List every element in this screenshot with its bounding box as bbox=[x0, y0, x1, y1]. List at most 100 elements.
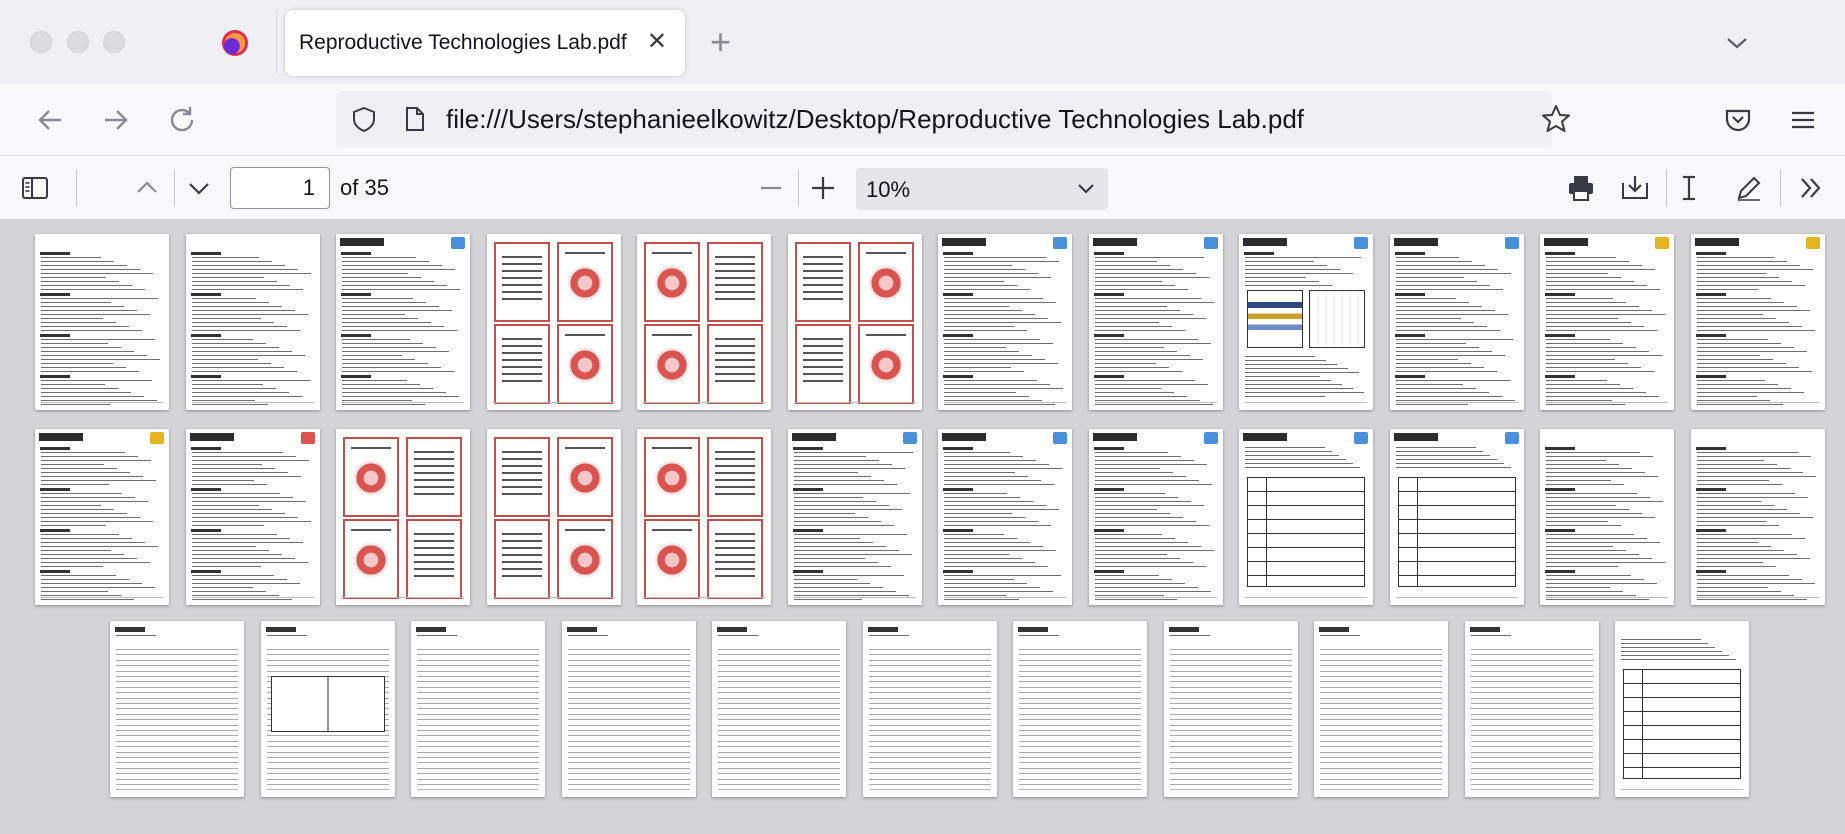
page-thumbnail[interactable] bbox=[1389, 429, 1524, 605]
page-thumbnail[interactable] bbox=[1013, 621, 1147, 797]
printer-icon[interactable] bbox=[1566, 173, 1596, 203]
page-thumbnail[interactable] bbox=[1314, 621, 1448, 797]
page-thumbnail[interactable] bbox=[637, 429, 771, 605]
double-chevron-right-icon[interactable] bbox=[1796, 173, 1826, 203]
page-thumbnail[interactable] bbox=[1690, 429, 1825, 605]
text-line bbox=[41, 468, 117, 469]
text-line bbox=[1546, 591, 1623, 592]
chevron-up-icon[interactable] bbox=[132, 173, 162, 203]
page-thumbnail[interactable] bbox=[185, 429, 320, 605]
page-thumbnail[interactable] bbox=[185, 234, 320, 410]
page-thumbnail[interactable] bbox=[1088, 429, 1223, 605]
forward-button[interactable] bbox=[100, 104, 132, 136]
answer-line bbox=[266, 767, 389, 769]
page-thumbnail[interactable] bbox=[561, 621, 696, 797]
page-thumbnail[interactable] bbox=[938, 234, 1072, 410]
answer-line bbox=[417, 708, 539, 710]
text-line bbox=[944, 400, 1042, 401]
window-close-button[interactable] bbox=[30, 31, 52, 53]
plus-icon[interactable] bbox=[808, 173, 838, 203]
text-line bbox=[1696, 501, 1761, 502]
card-text-line bbox=[715, 479, 755, 481]
page-thumbnail[interactable] bbox=[486, 234, 621, 410]
pocket-button[interactable] bbox=[1722, 104, 1754, 136]
url-bar[interactable]: file:///Users/stephanieelkowitz/Desktop/… bbox=[336, 91, 1570, 147]
page-heading-badge bbox=[1393, 433, 1438, 441]
page-thumbnail[interactable] bbox=[486, 429, 621, 605]
card-text-line bbox=[501, 298, 542, 300]
text-line bbox=[944, 367, 1011, 368]
shield-icon[interactable] bbox=[350, 105, 378, 133]
page-thumbnail[interactable] bbox=[1540, 234, 1674, 410]
page-thumbnail[interactable] bbox=[1163, 621, 1298, 797]
tab-active[interactable]: Reproductive Technologies Lab.pdf ✕ bbox=[285, 10, 685, 76]
download-icon[interactable] bbox=[1620, 173, 1650, 203]
url-text[interactable]: file:///Users/stephanieelkowitz/Desktop/… bbox=[446, 104, 1304, 135]
text-line bbox=[41, 298, 158, 299]
text-line bbox=[944, 493, 1007, 494]
page-thumbnail[interactable] bbox=[411, 621, 545, 797]
pdf-viewer[interactable] bbox=[0, 221, 1845, 834]
new-tab-button[interactable]: + bbox=[710, 24, 731, 60]
app-menu-button[interactable] bbox=[1787, 104, 1819, 136]
text-line bbox=[1546, 400, 1612, 401]
worksheet-table bbox=[1397, 477, 1516, 587]
page-thumbnail[interactable] bbox=[1088, 234, 1223, 410]
text-cursor-icon[interactable] bbox=[1674, 173, 1704, 203]
text-line bbox=[41, 497, 135, 498]
answer-line bbox=[116, 708, 238, 710]
page-thumbnail[interactable] bbox=[35, 429, 169, 605]
page-thumbnail[interactable] bbox=[938, 429, 1072, 605]
text-line bbox=[1094, 400, 1200, 401]
answer-line bbox=[1019, 697, 1141, 699]
tab-list-button[interactable] bbox=[1722, 28, 1752, 58]
window-minimize-button[interactable] bbox=[67, 31, 89, 53]
pen-icon[interactable] bbox=[1734, 173, 1764, 203]
page-thumbnail[interactable] bbox=[260, 621, 395, 797]
text-line bbox=[1696, 318, 1776, 319]
page-thumbnail[interactable] bbox=[862, 621, 997, 797]
hamburger-menu-icon bbox=[1792, 111, 1814, 129]
minus-icon[interactable] bbox=[756, 173, 786, 203]
page-thumbnail[interactable] bbox=[336, 234, 470, 410]
text-line bbox=[1696, 367, 1799, 368]
close-icon[interactable]: ✕ bbox=[647, 28, 667, 56]
text-line bbox=[944, 330, 1027, 331]
page-thumbnail[interactable] bbox=[712, 621, 846, 797]
text-line bbox=[1094, 343, 1211, 344]
answer-line bbox=[417, 665, 539, 667]
page-thumbnail[interactable] bbox=[110, 621, 244, 797]
text-line bbox=[1094, 464, 1207, 465]
page-thumbnail[interactable] bbox=[1389, 234, 1524, 410]
page-thumbnail[interactable] bbox=[1239, 234, 1373, 410]
card-text-line bbox=[715, 380, 755, 382]
page-thumbnail[interactable] bbox=[787, 429, 922, 605]
chevron-down-icon[interactable] bbox=[184, 173, 214, 203]
sidebar-toggle-icon[interactable] bbox=[20, 173, 50, 203]
window-zoom-button[interactable] bbox=[103, 31, 125, 53]
back-button[interactable] bbox=[34, 104, 66, 136]
text-line bbox=[1696, 326, 1802, 327]
page-badge-icon bbox=[1504, 237, 1519, 249]
page-thumbnail[interactable] bbox=[1540, 429, 1674, 605]
text-line bbox=[191, 261, 272, 262]
star-icon[interactable] bbox=[1540, 103, 1572, 135]
zoom-select[interactable]: 10% bbox=[856, 168, 1108, 210]
page-thumbnail[interactable] bbox=[1464, 621, 1599, 797]
page-thumbnail[interactable] bbox=[1239, 429, 1373, 605]
reload-button[interactable] bbox=[166, 104, 198, 136]
page-number-input[interactable]: 1 bbox=[230, 167, 330, 209]
page-heading bbox=[1168, 627, 1199, 632]
page-thumbnail[interactable] bbox=[787, 234, 922, 410]
page-thumbnail[interactable] bbox=[637, 234, 771, 410]
page-thumbnail[interactable] bbox=[1690, 234, 1825, 410]
text-line bbox=[944, 583, 1027, 584]
page-thumbnail[interactable] bbox=[35, 234, 169, 410]
card-text-line bbox=[715, 263, 755, 265]
card-illustration bbox=[567, 543, 602, 577]
page-thumbnail[interactable] bbox=[1615, 621, 1749, 797]
page-thumbnail[interactable] bbox=[336, 429, 470, 605]
card-text-line bbox=[501, 366, 542, 368]
text-line bbox=[944, 558, 1022, 559]
flashcard bbox=[343, 519, 399, 599]
